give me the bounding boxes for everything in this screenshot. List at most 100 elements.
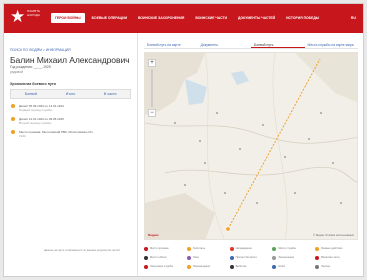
event-icon [11, 130, 15, 134]
legend-marker-icon [144, 246, 148, 251]
legend-label: Прочее [321, 265, 331, 268]
legend-marker-icon [229, 246, 234, 251]
nav-item[interactable]: ВОИНСКИЕ ЧАСТИ [191, 13, 231, 23]
legend-label: Захоронение [278, 256, 295, 259]
legend-row: Место призыва Госпиталь Награждение Место с… [144, 244, 358, 253]
tab-total[interactable]: Итого [51, 90, 91, 98]
legend-item[interactable]: Перемещение [186, 264, 230, 269]
map-tab[interactable]: Документы [198, 41, 252, 48]
legend-marker-icon [144, 264, 148, 269]
legend-marker-icon [272, 246, 277, 251]
event-icon [11, 117, 15, 121]
legend-label: Место службы [278, 247, 296, 250]
border-line [145, 122, 357, 144]
legend-label: Боевые действия [321, 247, 343, 250]
map-legend: Место призыва Госпиталь Награждение Место с… [144, 244, 358, 271]
legend-item[interactable]: Выбытие [229, 264, 273, 269]
map-tabs: Боевой путь на карте Документы Боевой путь… [144, 41, 358, 49]
event-subtitle: Первый период службы [19, 108, 53, 112]
legend-marker-icon [272, 255, 277, 260]
legend-marker-icon [186, 246, 191, 251]
person-panel: ПОИСК ПО ЛЮДЯМ > ИНФОРМАЦИЯ Балин Михаил… [4, 33, 138, 276]
site-logo[interactable]: ★ ПАМЯТЬ НАРОДА [10, 7, 46, 30]
legend-label: Место гибели [150, 256, 167, 259]
section-title: Хронология боевого пути [10, 82, 56, 86]
nav-item[interactable]: ДОКУМЕНТЫ ЧАСТЕЙ [234, 13, 279, 23]
legend-item[interactable]: Госпиталь [186, 246, 230, 251]
event-tabs: Боевой Итого В части [10, 89, 131, 99]
list-item[interactable]: Дата/с 05.09.1943 по 14.01.1944 Первый п… [10, 104, 131, 117]
legend-item[interactable]: Захоронение [272, 255, 315, 260]
legend-item[interactable]: Боевые действия [315, 246, 358, 251]
legend-marker-icon [186, 264, 191, 269]
nav-item[interactable]: ГЕРОИ ВОЙНЫ [51, 13, 85, 23]
legend-item[interactable]: Пропал без вести [229, 255, 273, 260]
zoom-control: + − [148, 59, 156, 119]
footer-note: Данные на карте отображаются по данным д… [44, 249, 120, 252]
nav-item[interactable]: ВОИНСКИЕ ЗАХОРОНЕНИЯ [134, 13, 188, 23]
lake [185, 79, 207, 105]
event-icon [11, 104, 15, 108]
map-copyright[interactable]: © Яндекс Условия использования [313, 234, 354, 237]
map-tab[interactable]: Боевой путь на карте [144, 41, 198, 48]
map-tab[interactable]: Боевой путь [251, 41, 305, 48]
map-tab[interactable]: Места службы на карте мира [305, 41, 359, 48]
list-item[interactable]: Место призыва: Молотовский РВК, Молотовс… [10, 130, 131, 148]
legend-label: Воинская часть [321, 256, 340, 259]
map-panel: Боевой путь на карте Документы Боевой путь… [139, 33, 363, 276]
legend-row: Окончание службы Перемещение Выбытие Штаб Пр… [144, 262, 358, 271]
legend-label: Перемещение [192, 265, 211, 268]
event-list: Дата/с 05.09.1943 по 14.01.1944 Первый п… [10, 104, 131, 148]
legend-item[interactable]: Штаб [272, 264, 315, 269]
legend-item[interactable]: Место призыва [144, 246, 187, 251]
legend-label: Штаб [278, 265, 285, 268]
zoom-in-button[interactable]: + [148, 59, 156, 67]
legend-item[interactable]: Прочее [315, 264, 358, 269]
map-view[interactable]: + − Яндекс © Яндекс Условия использовани… [144, 52, 358, 240]
logo-text: ПАМЯТЬ НАРОДА [27, 9, 41, 17]
nav-item[interactable]: ИСТОРИЯ ПОБЕДЫ [282, 13, 323, 23]
legend-item[interactable]: Окончание службы [144, 264, 187, 269]
legend-item[interactable]: Место службы [272, 246, 315, 251]
event-subtitle: 1943 [19, 134, 26, 138]
legend-label: Пропал без вести [235, 256, 257, 259]
legend-label: Награждение [235, 247, 252, 250]
tab-in-unit[interactable]: В части [90, 90, 130, 98]
legend-marker-icon [315, 264, 320, 269]
legend-marker-icon [229, 255, 234, 260]
page: ★ ПАМЯТЬ НАРОДА ГЕРОИ ВОЙНЫ БОЕВЫЕ ОПЕРАЦ… [3, 3, 364, 277]
legend-row: Место гибели Плен Пропал без вести Захороне… [144, 253, 358, 262]
lake [231, 71, 249, 85]
legend-label: Плен [192, 256, 200, 259]
legend-label: Место призыва [150, 247, 169, 250]
map-provider-logo[interactable]: Яндекс [148, 233, 159, 237]
language-switch[interactable]: RU [351, 16, 356, 20]
event-subtitle: Второй период службы [19, 121, 52, 125]
birth-date: Год рождения: __.__.1925 [10, 65, 51, 69]
legend-item[interactable]: Награждение [229, 246, 273, 251]
star-icon: ★ [10, 7, 26, 27]
legend-item[interactable]: Воинская часть [315, 255, 358, 260]
zoom-slider[interactable] [151, 69, 153, 107]
legend-marker-icon [272, 264, 277, 269]
person-name: Балин Михаил Александрович [10, 55, 130, 65]
zoom-out-button[interactable]: − [148, 109, 156, 117]
site-header: ★ ПАМЯТЬ НАРОДА ГЕРОИ ВОЙНЫ БОЕВЫЕ ОПЕРАЦ… [4, 4, 363, 33]
tab-combat[interactable]: Боевой [11, 90, 51, 98]
legend-item[interactable]: Плен [186, 255, 230, 260]
route-line [227, 58, 321, 230]
legend-marker-icon [186, 255, 191, 260]
main-nav: ГЕРОИ ВОЙНЫ БОЕВЫЕ ОПЕРАЦИИ ВОИНСКИЕ ЗАХОР… [51, 13, 326, 23]
nav-item[interactable]: БОЕВЫЕ ОПЕРАЦИИ [88, 13, 131, 23]
legend-item[interactable]: Место гибели [144, 255, 187, 260]
road [272, 53, 288, 239]
route-marker [225, 226, 231, 232]
legend-marker-icon [144, 255, 148, 260]
list-item[interactable]: Дата/с 14.01.1944 по 09.05.1945 Второй п… [10, 117, 131, 130]
legend-marker-icon [229, 264, 234, 269]
legend-marker-icon [315, 246, 320, 251]
border-line [164, 166, 357, 183]
breadcrumb[interactable]: ПОИСК ПО ЛЮДЯМ > ИНФОРМАЦИЯ [10, 48, 71, 52]
legend-marker-icon [315, 255, 320, 260]
map-canvas [145, 53, 357, 239]
